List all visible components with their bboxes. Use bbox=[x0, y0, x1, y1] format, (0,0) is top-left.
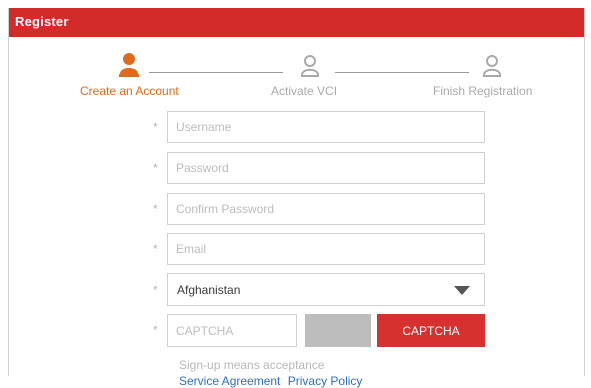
captcha-field[interactable] bbox=[167, 314, 297, 347]
required-marker: * bbox=[153, 202, 158, 216]
window-title: Register bbox=[15, 14, 69, 29]
required-marker: * bbox=[153, 242, 158, 256]
captcha-image[interactable] bbox=[305, 314, 371, 347]
terms-text: Sign-up means acceptance bbox=[179, 358, 325, 372]
username-input[interactable] bbox=[168, 112, 484, 142]
confirm-password-input[interactable] bbox=[168, 194, 484, 224]
step-label-create-account: Create an Account bbox=[80, 84, 179, 98]
step-connector bbox=[335, 72, 469, 73]
privacy-policy-link[interactable]: Privacy Policy bbox=[288, 374, 363, 388]
step-label-finish-registration: Finish Registration bbox=[433, 84, 533, 98]
title-bar: Register bbox=[9, 8, 584, 37]
user-icon bbox=[119, 53, 139, 77]
user-icon bbox=[483, 55, 501, 77]
step-connector bbox=[149, 72, 283, 73]
service-agreement-link[interactable]: Service Agreement bbox=[179, 374, 280, 388]
captcha-input[interactable] bbox=[168, 315, 296, 346]
user-icon bbox=[301, 55, 319, 77]
email-field[interactable] bbox=[167, 233, 485, 265]
username-field[interactable] bbox=[167, 111, 485, 143]
password-input[interactable] bbox=[168, 153, 484, 183]
captcha-button[interactable]: CAPTCHA bbox=[377, 314, 485, 347]
email-input[interactable] bbox=[168, 234, 484, 264]
required-marker: * bbox=[153, 161, 158, 175]
country-select-value: Afghanistan bbox=[177, 283, 241, 297]
required-marker: * bbox=[153, 283, 158, 297]
password-field[interactable] bbox=[167, 152, 485, 184]
required-marker: * bbox=[153, 323, 158, 337]
legal-links: Service Agreement Privacy Policy bbox=[179, 374, 362, 388]
required-marker: * bbox=[153, 120, 158, 134]
step-label-activate-vci: Activate VCI bbox=[271, 84, 338, 98]
register-window: Register Create an Account Activate VCI … bbox=[8, 8, 585, 388]
caret-down-icon bbox=[454, 286, 470, 295]
confirm-password-field[interactable] bbox=[167, 193, 485, 225]
country-select[interactable]: Afghanistan bbox=[167, 273, 485, 306]
